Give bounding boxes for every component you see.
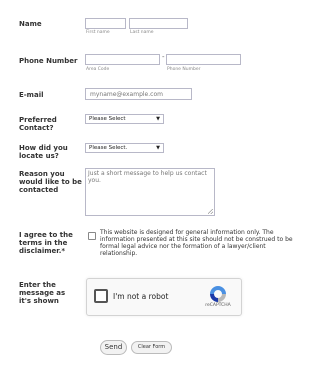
send-button[interactable]: Send xyxy=(100,340,127,355)
recaptcha-label: I'm not a robot xyxy=(113,292,169,301)
how-locate-label: How did you locate us? xyxy=(19,144,68,160)
phone-separator: - xyxy=(162,53,165,61)
name-label: Name xyxy=(19,20,42,28)
recaptcha-checkbox[interactable] xyxy=(94,289,108,303)
agree-checkbox[interactable] xyxy=(88,232,96,240)
preferred-contact-label: Preferred Contact? xyxy=(19,116,57,132)
email-label: E-mail xyxy=(19,91,44,99)
reason-label: Reason you would like to be contacted xyxy=(19,170,82,194)
how-locate-select[interactable]: Please Select. ▼ xyxy=(85,143,164,153)
email-input[interactable]: myname@example.com xyxy=(85,88,192,100)
preferred-contact-select[interactable]: Please Select ▼ xyxy=(85,114,164,124)
agree-label: I agree to the terms in the disclaimer.* xyxy=(19,231,73,255)
recaptcha-brand: reCAPTCHA xyxy=(205,303,231,308)
phone-number-sublabel: Phone Number xyxy=(167,67,201,72)
resize-handle-icon[interactable] xyxy=(208,209,213,214)
area-code-sublabel: Area Code xyxy=(86,67,110,72)
how-locate-value: Please Select. xyxy=(89,145,128,151)
contact-form: Name First name Last name Phone Number -… xyxy=(0,0,310,366)
preferred-contact-value: Please Select xyxy=(89,116,126,122)
clear-form-button[interactable]: Clear Form xyxy=(131,341,172,354)
chevron-down-icon: ▼ xyxy=(156,116,160,122)
last-name-sublabel: Last name xyxy=(130,30,154,35)
phone-number-input[interactable] xyxy=(166,54,241,65)
reason-textarea[interactable]: Just a short message to help us contact … xyxy=(85,168,215,216)
chevron-down-icon: ▼ xyxy=(156,145,160,151)
captcha-label: Enter the message as it's shown xyxy=(19,281,66,305)
first-name-input[interactable] xyxy=(85,18,126,29)
first-name-sublabel: First name xyxy=(86,30,110,35)
recaptcha-logo-icon xyxy=(210,286,226,302)
last-name-input[interactable] xyxy=(129,18,188,29)
disclaimer-text: This website is designed for general inf… xyxy=(100,229,293,257)
recaptcha-widget: I'm not a robot reCAPTCHA xyxy=(86,278,242,316)
reason-placeholder: Just a short message to help us contact … xyxy=(88,170,207,184)
phone-label: Phone Number xyxy=(19,57,78,65)
area-code-input[interactable] xyxy=(85,54,160,65)
